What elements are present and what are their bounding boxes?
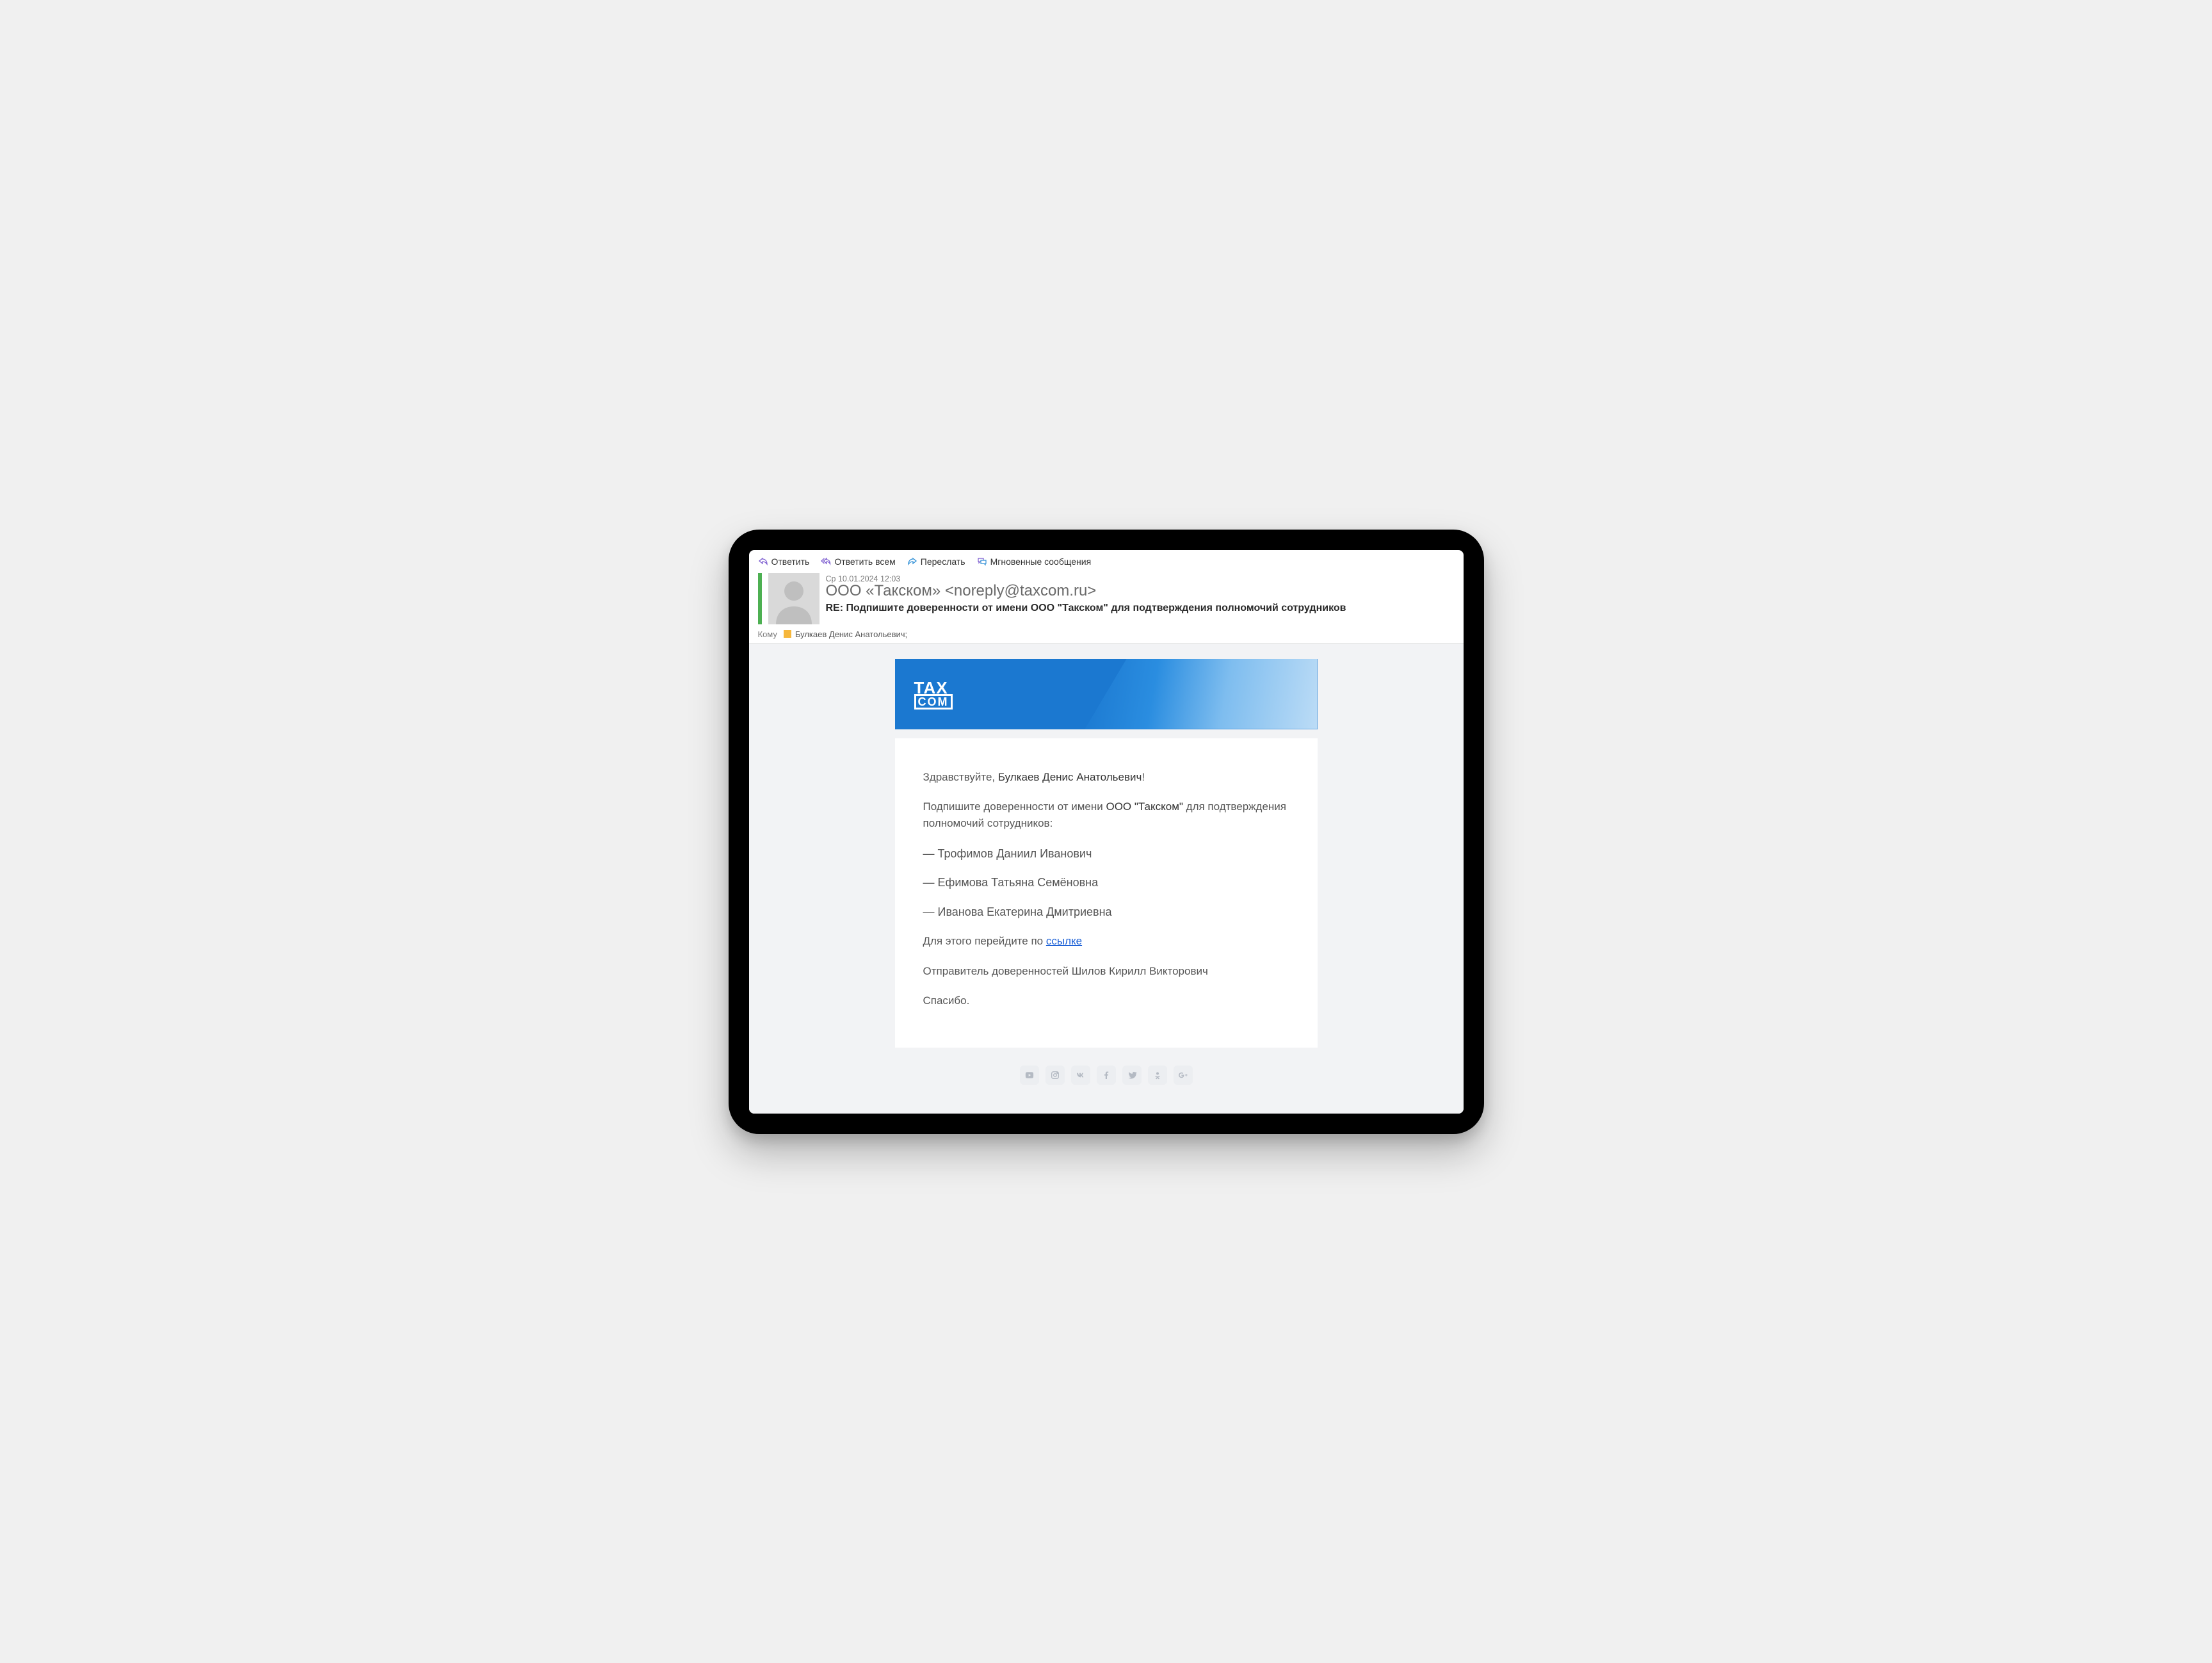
im-button[interactable]: Мгновенные сообщения	[977, 556, 1092, 567]
logo-line2: COM	[914, 694, 953, 710]
forward-icon	[907, 556, 917, 567]
reply-button[interactable]: Ответить	[758, 556, 810, 567]
social-gplus[interactable]	[1174, 1066, 1193, 1085]
email-content-frame: TAX COM Здравствуйте, Булкаев Денис Анат…	[895, 659, 1318, 1092]
email-header: Ср 10.01.2024 12:03 ООО «Такском» <norep…	[749, 571, 1464, 624]
forward-button[interactable]: Переслать	[907, 556, 965, 567]
reply-label: Ответить	[771, 556, 810, 567]
social-instagram[interactable]	[1045, 1066, 1065, 1085]
to-recipient: Булкаев Денис Анатольевич;	[795, 629, 907, 639]
intro-company: ООО "Такском"	[1106, 800, 1183, 813]
social-ok[interactable]	[1148, 1066, 1167, 1085]
brand-banner: TAX COM	[895, 659, 1318, 729]
employee-item: — Ефимова Татьяна Семёновна	[923, 874, 1289, 892]
intro-line: Подпишите доверенности от имени ООО "Так…	[923, 799, 1289, 832]
logo-line1: TAX	[914, 681, 953, 695]
cta-prefix: Для этого перейдите по	[923, 935, 1046, 947]
employee-item: — Трофимов Даниил Иванович	[923, 845, 1289, 863]
email-body-area[interactable]: TAX COM Здравствуйте, Булкаев Денис Анат…	[749, 644, 1464, 1114]
cta-line: Для этого перейдите по ссылке	[923, 933, 1289, 950]
tablet-frame: Ответить Ответить всем Переслать Мгновен…	[729, 530, 1484, 1134]
reply-icon	[758, 556, 768, 567]
social-vk[interactable]	[1071, 1066, 1090, 1085]
sender-avatar	[768, 573, 819, 624]
presence-indicator	[784, 630, 791, 638]
reply-all-icon	[821, 556, 831, 567]
screen: Ответить Ответить всем Переслать Мгновен…	[749, 550, 1464, 1114]
email-toolbar: Ответить Ответить всем Переслать Мгновен…	[749, 550, 1464, 571]
reply-all-label: Ответить всем	[834, 556, 895, 567]
social-row	[895, 1048, 1318, 1091]
reply-all-button[interactable]: Ответить всем	[821, 556, 895, 567]
social-facebook[interactable]	[1097, 1066, 1116, 1085]
intro-a: Подпишите доверенности от имени	[923, 800, 1106, 813]
employee-item: — Иванова Екатерина Дмитриевна	[923, 904, 1289, 921]
email-subject: RE: Подпишите доверенности от имени ООО …	[826, 603, 1455, 614]
email-card: Здравствуйте, Булкаев Денис Анатольевич!…	[895, 738, 1318, 1048]
cta-link[interactable]: ссылке	[1046, 935, 1082, 947]
greeting-suffix: !	[1142, 771, 1145, 783]
greeting-name: Булкаев Денис Анатольевич	[998, 771, 1142, 783]
social-twitter[interactable]	[1122, 1066, 1142, 1085]
taxcom-logo: TAX COM	[914, 681, 953, 710]
im-icon	[977, 556, 987, 567]
greeting-prefix: Здравствуйте,	[923, 771, 998, 783]
accent-bar	[758, 573, 762, 624]
forward-label: Переслать	[921, 556, 965, 567]
to-label: Кому	[758, 629, 777, 639]
im-label: Мгновенные сообщения	[990, 556, 1092, 567]
email-from: ООО «Такском» <noreply@taxcom.ru>	[826, 582, 1455, 600]
sender-line: Отправитель доверенностей Шилов Кирилл В…	[923, 963, 1289, 980]
social-youtube[interactable]	[1020, 1066, 1039, 1085]
greeting-line: Здравствуйте, Булкаев Денис Анатольевич!	[923, 769, 1289, 786]
thanks-line: Спасибо.	[923, 993, 1289, 1009]
email-to-row: Кому Булкаев Денис Анатольевич;	[749, 624, 1464, 644]
